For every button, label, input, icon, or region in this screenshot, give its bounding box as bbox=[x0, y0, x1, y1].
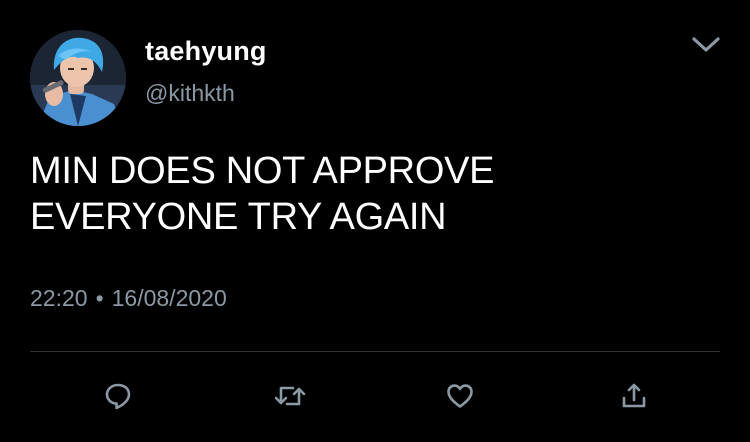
display-name[interactable]: taehyung bbox=[145, 36, 267, 67]
chevron-down-icon-svg bbox=[692, 37, 720, 52]
tweet-card: taehyung @kithkth MIN DOES NOT APPROVE E… bbox=[0, 0, 750, 442]
tweet-date: 16/08/2020 bbox=[111, 285, 227, 311]
reply-icon bbox=[105, 383, 131, 410]
tweet-timestamp[interactable]: 22:20 • 16/08/2020 bbox=[30, 285, 227, 312]
tweet-text-line: MIN DOES NOT APPROVE bbox=[30, 150, 495, 192]
retweet-icon bbox=[274, 386, 306, 406]
heart-icon bbox=[447, 384, 473, 408]
avatar[interactable] bbox=[30, 30, 126, 126]
user-handle[interactable]: @kithkth bbox=[145, 80, 235, 107]
tweet-text: MIN DOES NOT APPROVE EVERYONE TRY AGAIN bbox=[30, 148, 720, 240]
share-button[interactable] bbox=[614, 378, 654, 414]
share-icon bbox=[622, 383, 646, 408]
retweet-button[interactable] bbox=[270, 378, 310, 414]
chevron-down-icon[interactable] bbox=[689, 33, 723, 57]
avatar-photo bbox=[30, 30, 126, 126]
like-button[interactable] bbox=[440, 378, 480, 414]
timestamp-separator: • bbox=[95, 285, 104, 311]
divider bbox=[30, 351, 720, 352]
tweet-text-line: EVERYONE TRY AGAIN bbox=[30, 196, 447, 238]
tweet-time: 22:20 bbox=[30, 285, 88, 311]
reply-button[interactable] bbox=[98, 378, 138, 414]
